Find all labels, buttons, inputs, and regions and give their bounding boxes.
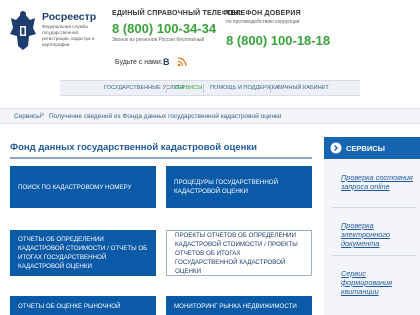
- tile-label: МОНИТОРИНГ РЫНКА НЕДВИЖИМОСТИ: [174, 302, 297, 310]
- hotline-note: Звонок из регионов России бесплатный: [112, 37, 205, 43]
- nav-divider: [270, 84, 271, 93]
- vk-icon[interactable]: B: [163, 57, 170, 67]
- tile-valuation-reports[interactable]: ОТЧЕТЫ ОБ ОПРЕДЕЛЕНИИ КАДАСТРОВОЙ СТОИМО…: [10, 230, 156, 276]
- tile-label: ПРОЕКТЫ ОТЧЕТОВ ОБ ОПРЕДЕЛЕНИИ КАДАСТРОВ…: [175, 231, 298, 275]
- sidebar-title: СЕРВИСЫ: [346, 144, 385, 153]
- nav-item-account[interactable]: ЛИЧНЫЙ КАБИНЕТ: [277, 85, 329, 91]
- brand-name[interactable]: Росреестр: [42, 11, 96, 23]
- tile-label: ПРОЦЕДУРЫ ГОСУДАРСТВЕННОЙ КАДАСТРОВОЙ ОЦ…: [174, 179, 279, 195]
- sidebar-divider: [332, 207, 416, 208]
- nav-item-services[interactable]: СЕРВИСЫ: [174, 85, 202, 91]
- nav-divider: [203, 84, 204, 93]
- tile-market-valuation-reports[interactable]: ОТЧЕТЫ ОБ ОЦЕНКЕ РЫНОЧНОЙ: [10, 296, 156, 315]
- nav-divider: [166, 84, 167, 93]
- tile-assessment-procedures[interactable]: ПРОЦЕДУРЫ ГОСУДАРСТВЕННОЙ КАДАСТРОВОЙ ОЦ…: [166, 166, 312, 208]
- title-divider: [10, 157, 312, 159]
- tile-label: ПОИСК ПО КАДАСТРОВОМУ НОМЕРУ: [18, 183, 132, 191]
- breadcrumb-separator: >: [40, 112, 45, 119]
- services-sidebar: СЕРВИСЫ Проверка состояния запроса onlin…: [324, 137, 420, 315]
- main-nav: ГОСУДАРСТВЕННЫЕ УСЛУГИ СЕРВИСЫ ПОМОЩЬ И …: [60, 80, 360, 96]
- tile-real-estate-monitoring[interactable]: МОНИТОРИНГ РЫНКА НЕДВИЖИМОСТИ: [166, 296, 312, 315]
- sidebar-link-check-request[interactable]: Проверка состояния запроса online: [341, 173, 417, 191]
- social-label: Будьте с нами:: [115, 59, 163, 66]
- trust-note: по противодействию коррупции: [226, 19, 300, 25]
- tile-search-by-cadastral-number[interactable]: ПОИСК ПО КАДАСТРОВОМУ НОМЕРУ: [10, 166, 156, 208]
- sidebar-header: СЕРВИСЫ: [324, 137, 420, 159]
- chevron-circle-icon: [330, 142, 342, 154]
- trust-phone[interactable]: 8 (800) 100-18-18: [226, 33, 330, 48]
- rss-icon[interactable]: [177, 57, 187, 67]
- rosreestr-emblem-icon[interactable]: [8, 8, 38, 52]
- breadcrumb: Сервисы > Получение сведений из Фонда да…: [0, 108, 420, 124]
- nav-item-state-services[interactable]: ГОСУДАРСТВЕННЫЕ УСЛУГИ: [104, 85, 184, 91]
- tile-label: ОТЧЕТЫ ОБ ОЦЕНКЕ РЫНОЧНОЙ: [18, 302, 121, 310]
- sidebar-link-receipt[interactable]: Сервис формирования квитанции: [341, 269, 417, 296]
- sidebar-link-check-document[interactable]: Проверка электронного документа: [341, 221, 417, 248]
- trust-title: ТЕЛЕФОН ДОВЕРИЯ: [226, 10, 301, 17]
- nav-item-help[interactable]: ПОМОЩЬ И ПОДДЕРЖКА: [210, 85, 279, 91]
- page-title: Фонд данных государственной кадастровой …: [10, 142, 257, 153]
- tile-draft-reports[interactable]: ПРОЕКТЫ ОТЧЕТОВ ОБ ОПРЕДЕЛЕНИИ КАДАСТРОВ…: [166, 230, 312, 276]
- sidebar-divider: [332, 255, 416, 256]
- tile-label: ОТЧЕТЫ ОБ ОПРЕДЕЛЕНИИ КАДАСТРОВОЙ СТОИМО…: [18, 236, 148, 270]
- site-header: Росреестр Федеральная служба государстве…: [0, 0, 420, 78]
- hotline-title: ЕДИНЫЙ СПРАВОЧНЫЙ ТЕЛЕФОН:: [112, 10, 242, 17]
- breadcrumb-item-current[interactable]: Получение сведений из Фонда данных госуд…: [49, 113, 282, 120]
- brand-subtitle: Федеральная служба государственной регис…: [42, 24, 95, 47]
- breadcrumb-item-services[interactable]: Сервисы: [14, 113, 41, 120]
- hotline-phone[interactable]: 8 (800) 100-34-34: [112, 21, 216, 36]
